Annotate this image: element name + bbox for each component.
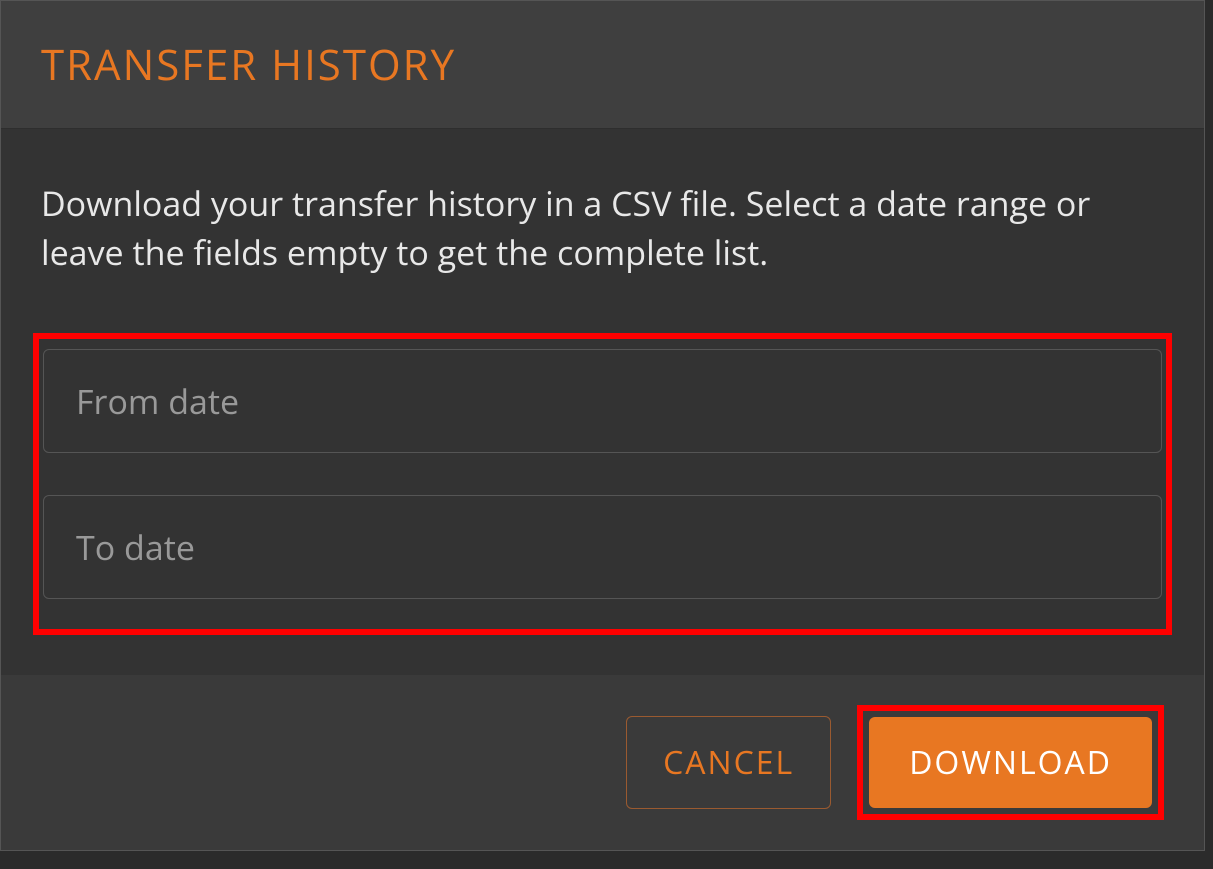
dialog-title: TRANSFER HISTORY bbox=[41, 36, 1164, 93]
dialog-header: TRANSFER HISTORY bbox=[1, 1, 1204, 129]
to-date-input[interactable] bbox=[43, 495, 1162, 599]
download-button-highlight: DOWNLOAD bbox=[857, 705, 1164, 820]
download-button[interactable]: DOWNLOAD bbox=[869, 717, 1152, 808]
date-fields-highlight bbox=[33, 333, 1172, 635]
dialog-description: Download your transfer history in a CSV … bbox=[41, 179, 1164, 278]
from-date-input[interactable] bbox=[43, 349, 1162, 453]
transfer-history-dialog: TRANSFER HISTORY Download your transfer … bbox=[0, 0, 1205, 851]
dialog-footer: CANCEL DOWNLOAD bbox=[1, 675, 1204, 850]
cancel-button[interactable]: CANCEL bbox=[626, 716, 831, 809]
dialog-body: Download your transfer history in a CSV … bbox=[1, 129, 1204, 675]
